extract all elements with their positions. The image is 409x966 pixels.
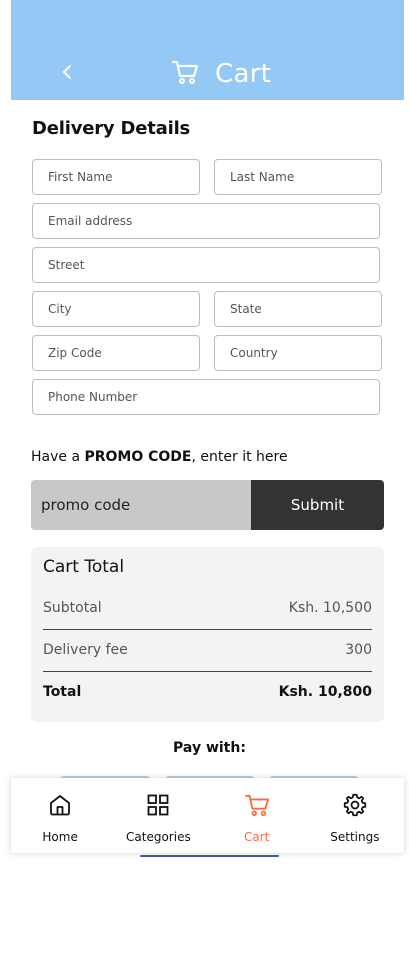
promo-prompt-prefix: Have a bbox=[31, 449, 85, 465]
first-name-field[interactable] bbox=[32, 159, 200, 195]
promo-prompt-emphasis: PROMO CODE bbox=[84, 449, 192, 465]
city-field[interactable] bbox=[32, 291, 200, 327]
nav-item-categories[interactable]: Categories bbox=[109, 778, 207, 853]
chevron-left-icon bbox=[61, 64, 73, 84]
nav-item-settings[interactable]: Settings bbox=[306, 778, 404, 853]
nav-label-settings: Settings bbox=[330, 830, 380, 844]
zip-code-field[interactable] bbox=[32, 335, 200, 371]
subtotal-value: Ksh. 10,500 bbox=[288, 600, 372, 616]
promo-submit-button[interactable]: Submit bbox=[251, 480, 384, 530]
nav-item-home[interactable]: Home bbox=[11, 778, 109, 853]
subtotal-label: Subtotal bbox=[43, 600, 102, 616]
state-field[interactable] bbox=[214, 291, 382, 327]
delivery-fee-row: Delivery fee 300 bbox=[43, 629, 372, 671]
home-icon bbox=[48, 792, 72, 818]
email-field[interactable] bbox=[32, 203, 380, 239]
gear-icon bbox=[342, 792, 368, 818]
header-bar: Cart bbox=[11, 0, 404, 100]
cart-total-title: Cart Total bbox=[43, 557, 125, 577]
subtotal-row: Subtotal Ksh. 10,500 bbox=[43, 587, 372, 629]
delivery-fee-label: Delivery fee bbox=[43, 642, 128, 658]
total-value: Ksh. 10,800 bbox=[278, 684, 372, 700]
delivery-fee-value: 300 bbox=[345, 642, 372, 658]
country-field[interactable] bbox=[214, 335, 382, 371]
header-title-group: Cart bbox=[171, 56, 271, 92]
nav-item-cart[interactable]: Cart bbox=[208, 778, 306, 853]
cart-icon bbox=[244, 792, 270, 818]
page-title: Cart bbox=[215, 59, 272, 89]
nav-label-home: Home bbox=[42, 830, 78, 844]
nav-label-cart: Cart bbox=[243, 830, 270, 844]
grid-icon bbox=[146, 792, 170, 818]
cart-total-card: Cart Total Subtotal Ksh. 10,500 Delivery… bbox=[31, 547, 384, 722]
bottom-nav: Home Categories Cart Settings bbox=[11, 778, 404, 853]
street-field[interactable] bbox=[32, 247, 380, 283]
promo-prompt: Have a PROMO CODE, enter it here bbox=[31, 449, 288, 465]
promo-prompt-suffix: , enter it here bbox=[191, 449, 288, 465]
phone-number-field[interactable] bbox=[32, 379, 380, 415]
delivery-details-title: Delivery Details bbox=[32, 118, 191, 139]
cart-icon bbox=[171, 59, 199, 89]
last-name-field[interactable] bbox=[214, 159, 382, 195]
home-indicator bbox=[140, 855, 279, 857]
nav-label-categories: Categories bbox=[126, 830, 191, 844]
pay-with-label: Pay with: bbox=[173, 740, 246, 756]
total-row: Total Ksh. 10,800 bbox=[43, 671, 372, 713]
promo-code-input[interactable] bbox=[31, 480, 251, 530]
back-button[interactable] bbox=[53, 62, 81, 86]
total-label: Total bbox=[43, 684, 82, 700]
